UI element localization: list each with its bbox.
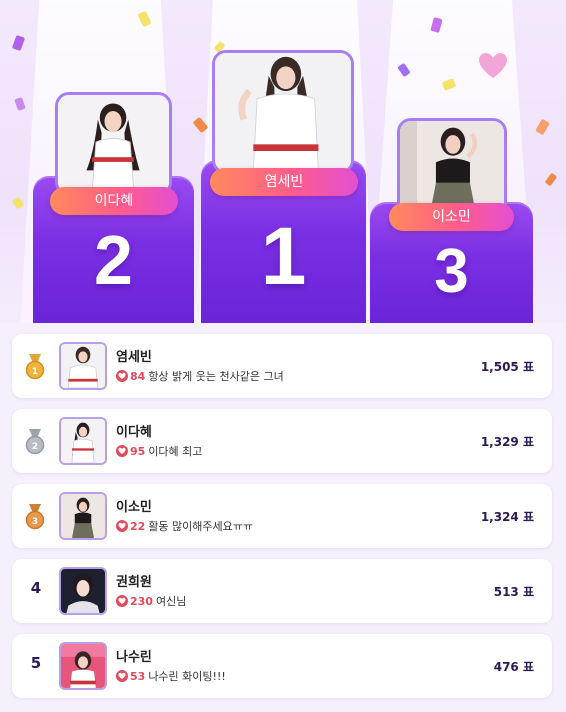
cheer-message: 이다혜 최고 xyxy=(148,445,203,458)
svg-text:1: 1 xyxy=(32,367,38,377)
contestant-name: 이다혜 xyxy=(116,425,152,440)
heart-count: 53 나수린 화이팅!!! xyxy=(130,670,226,683)
avatar xyxy=(59,642,107,690)
bronze-medal-icon: 3 xyxy=(25,504,45,530)
contestant-name: 이소민 xyxy=(116,500,152,515)
portrait-icon xyxy=(58,95,169,193)
heart-icon xyxy=(116,670,128,682)
heart-icon xyxy=(116,445,128,457)
vote-count: 476 표 xyxy=(493,660,534,674)
list-item[interactable]: 2 이다혜 95 이다혜 최고 1,329 표 xyxy=(12,409,552,473)
cheer-message: 항상 밝게 웃는 천사같은 그녀 xyxy=(148,370,284,383)
confetti-icon xyxy=(14,96,26,112)
podium-rank-number: 1 xyxy=(260,211,307,302)
heart-icon xyxy=(116,520,128,532)
avatar xyxy=(59,492,107,540)
heart-count: 84 항상 밝게 웃는 천사같은 그녀 xyxy=(130,370,284,383)
vote-count: 1,329 표 xyxy=(480,435,534,449)
heart-icon xyxy=(116,370,128,382)
confetti-icon xyxy=(544,172,558,187)
confetti-icon xyxy=(535,118,550,136)
podium-name-pill: 이다혜 xyxy=(50,187,178,215)
list-item[interactable]: 1 염세빈 84 항상 밝게 웃는 천사같은 그녀 1,505 표 xyxy=(12,334,552,398)
heart-balloon-icon xyxy=(479,53,507,78)
avatar xyxy=(59,342,107,390)
cheer-message: 여신님 xyxy=(155,595,187,608)
podium-name-pill: 염세빈 xyxy=(210,168,358,196)
podium-photo-first[interactable] xyxy=(212,50,354,174)
podium-section: 2 이다혜 1 염세빈 3 이소민 xyxy=(0,0,566,323)
vote-count: 513 표 xyxy=(493,585,534,599)
rank-number: 4 xyxy=(30,579,42,597)
portrait-icon xyxy=(400,121,504,212)
cheer-message: 나수린 화이팅!!! xyxy=(148,670,226,683)
gold-medal-icon: 1 xyxy=(25,354,45,380)
heart-icon xyxy=(116,595,128,607)
heart-count: 95 이다혜 최고 xyxy=(130,445,203,458)
list-item[interactable]: 4 권희원 230 여신님 513 표 xyxy=(12,559,552,623)
podium-rank-number: 2 xyxy=(94,221,133,299)
vote-count: 1,505 표 xyxy=(480,360,534,374)
confetti-icon xyxy=(11,196,25,210)
svg-text:3: 3 xyxy=(32,517,38,527)
cheer-message: 활동 많이해주세요ㅠㅠ xyxy=(148,520,254,533)
heart-count: 230 여신님 xyxy=(130,595,187,608)
avatar xyxy=(59,417,107,465)
contestant-name: 나수린 xyxy=(116,650,152,665)
podium-name-pill: 이소민 xyxy=(389,203,514,231)
rank-number: 5 xyxy=(30,654,42,672)
podium-photo-second[interactable] xyxy=(55,92,172,196)
avatar xyxy=(59,567,107,615)
vote-count: 1,324 표 xyxy=(480,510,534,524)
silver-medal-icon: 2 xyxy=(25,429,45,455)
contestant-name: 염세빈 xyxy=(116,350,152,365)
leaderboard-list: 1 염세빈 84 항상 밝게 웃는 천사같은 그녀 1,505 표 2 이다혜 9… xyxy=(0,323,566,712)
heart-count: 22 활동 많이해주세요ㅠㅠ xyxy=(130,520,254,533)
podium-photo-third[interactable] xyxy=(397,118,507,215)
contestant-name: 권희원 xyxy=(116,575,152,590)
podium-rank-number: 3 xyxy=(434,237,469,306)
confetti-icon xyxy=(11,34,26,52)
list-item[interactable]: 3 이소민 22 활동 많이해주세요ㅠㅠ 1,324 표 xyxy=(12,484,552,548)
svg-text:2: 2 xyxy=(32,442,38,452)
list-item[interactable]: 5 나수린 53 나수린 화이팅!!! 476 표 xyxy=(12,634,552,698)
portrait-icon xyxy=(215,53,351,171)
